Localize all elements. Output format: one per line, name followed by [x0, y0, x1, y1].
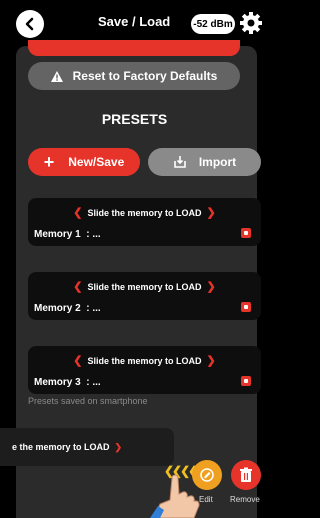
hand-pointer-icon — [150, 474, 200, 518]
remove-label: Remove — [230, 495, 260, 504]
chevron-right-icon: ❯ — [114, 442, 123, 452]
back-button[interactable] — [16, 10, 44, 38]
slide-text: Slide the memory to LOAD — [87, 208, 202, 218]
chevron-right-icon: ❯ — [206, 207, 216, 219]
chevron-right-icon: ❯ — [206, 355, 216, 367]
import-button[interactable]: Import — [148, 148, 261, 176]
chevron-left-icon: ❮ — [73, 355, 83, 367]
slide-hint: ❮ Slide the memory to LOAD ❯ — [28, 354, 261, 367]
previous-action-button[interactable] — [28, 40, 240, 56]
slide-hint: e the memory to LOAD ❯ — [12, 442, 122, 453]
phone-preset-row[interactable]: e the memory to LOAD ❯ — [0, 428, 174, 466]
chip-icon — [241, 376, 251, 386]
slide-hint: ❮ Slide the memory to LOAD ❯ — [28, 206, 261, 219]
chevron-right-icon: ❯ — [206, 281, 216, 293]
import-label: Import — [198, 155, 237, 169]
new-save-label: New/Save — [68, 155, 125, 169]
new-save-button[interactable]: + New/Save — [28, 148, 140, 176]
chevron-left-icon: ❮ — [73, 281, 83, 293]
memory-name: Memory 1 : ... — [34, 229, 101, 240]
page-title: Save / Load — [98, 14, 171, 29]
chevron-left-icon: ❮ — [73, 207, 83, 219]
slide-text: Slide the memory to LOAD — [87, 356, 202, 366]
chip-icon — [241, 302, 251, 312]
reset-label: Reset to Factory Defaults — [72, 69, 218, 83]
memory-name: Memory 3 : ... — [34, 377, 101, 388]
gear-icon[interactable] — [238, 10, 264, 36]
slide-hint: ❮ Slide the memory to LOAD ❯ — [28, 280, 261, 293]
slide-text: Slide the memory to LOAD — [87, 282, 202, 292]
presets-title: PRESETS — [101, 111, 168, 127]
chevron-left-icon — [25, 17, 34, 31]
plus-icon: + — [43, 152, 55, 172]
memory-slot-3[interactable]: ❮ Slide the memory to LOAD ❯ Memory 3 : … — [28, 346, 261, 394]
reset-factory-button[interactable]: Reset to Factory Defaults — [28, 62, 240, 90]
trash-icon — [240, 467, 252, 482]
memory-name: Memory 2 : ... — [34, 303, 101, 314]
smartphone-presets-label: Presets saved on smartphone — [28, 396, 148, 406]
memory-slot-2[interactable]: ❮ Slide the memory to LOAD ❯ Memory 2 : … — [28, 272, 261, 320]
signal-badge: -52 dBm — [191, 14, 235, 34]
remove-button[interactable] — [231, 460, 261, 490]
slide-text: e the memory to LOAD — [12, 442, 110, 452]
memory-slot-1[interactable]: ❮ Slide the memory to LOAD ❯ Memory 1 : … — [28, 198, 261, 246]
warning-icon — [50, 70, 63, 82]
import-icon — [174, 156, 186, 168]
chip-icon — [241, 228, 251, 238]
